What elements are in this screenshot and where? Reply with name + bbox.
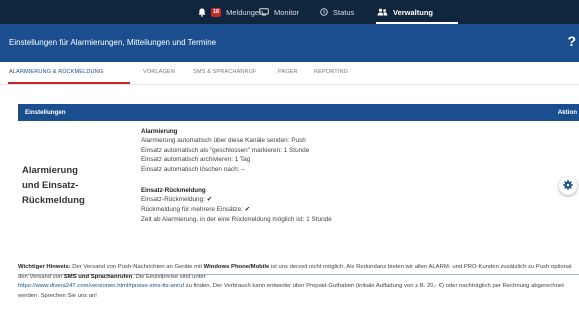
- tabs-divider: [0, 84, 579, 85]
- nav-label-meldungen: Meldungen: [226, 7, 264, 17]
- monitor-icon: [259, 8, 269, 16]
- tab-sms-sprachanruf[interactable]: SMS & SPRACHANRUF: [193, 69, 256, 75]
- settings-summary: Alarmierung Alarmierung automatisch über…: [141, 127, 521, 224]
- bell-icon: [198, 8, 206, 17]
- users-icon: [377, 8, 388, 16]
- nav-label-verwaltung: Verwaltung: [393, 7, 434, 17]
- notice-bold: SMS und Sprachanrufen: [63, 273, 133, 280]
- section-heading-alarmierung: Alarmierung: [141, 128, 178, 135]
- settings-tabs: ALARMIERUNG & RÜCKMELDUNG VORLAGEN SMS &…: [0, 62, 579, 84]
- nav-item-monitor[interactable]: Monitor: [259, 0, 299, 24]
- notice-label: Wichtiger Hinweis:: [18, 264, 71, 270]
- important-notice: Wichtiger Hinweis: Der Versand von Push-…: [18, 263, 574, 301]
- tab-reporting[interactable]: REPORTING: [314, 69, 348, 75]
- setting-line: Einsatz automatisch löschen nach: –: [141, 165, 245, 173]
- setting-line: Einsatz automatisch als "geschlossen" ma…: [141, 146, 310, 154]
- nav-item-status[interactable]: Status: [320, 0, 354, 24]
- setting-line: Einsatz automatisch archivieren: 1 Tag: [141, 156, 251, 164]
- notice-bold: Windows Phone/Mobile: [203, 264, 270, 270]
- setting-line: Rückmeldung für mehrere Einsätze: ✔: [141, 205, 521, 215]
- tab-vorlagen[interactable]: VORLAGEN: [143, 69, 175, 75]
- notice-text: . Die Einzelpreise sind unter: [132, 273, 206, 280]
- section-heading-einsatz-rueckmeldung: Einsatz-Rückmeldung: [141, 187, 206, 195]
- nav-item-verwaltung[interactable]: Verwaltung: [377, 0, 433, 24]
- help-button[interactable]: ?: [567, 33, 576, 49]
- row-title-line: Rückmeldung: [22, 195, 85, 206]
- checkmark-icon: ✔: [244, 205, 251, 213]
- notification-count-badge: 18: [211, 7, 222, 17]
- pricing-link[interactable]: https://www.divera247.com/versionen.html…: [18, 283, 184, 289]
- gear-icon: [563, 177, 573, 195]
- row-title-line: und Einsatz-: [22, 180, 79, 191]
- notice-text: Der Versand von Push-Nachrichten an Gerä…: [70, 264, 204, 270]
- settings-table-header: Einstellungen Aktion: [18, 104, 579, 121]
- checkmark-icon: ✔: [206, 196, 213, 204]
- tab-alarmierung-rueckmeldung[interactable]: ALARMIERUNG & RÜCKMELDUNG: [9, 69, 103, 75]
- clock-icon: [320, 8, 328, 16]
- nav-item-meldungen[interactable]: 18 Meldungen: [198, 0, 263, 24]
- nav-label-monitor: Monitor: [274, 7, 300, 17]
- column-header-aktion: Aktion: [557, 109, 577, 116]
- row-title-line: Alarmierung: [22, 165, 78, 176]
- top-navigation: 18 Meldungen Monitor Status Verwaltung: [0, 0, 579, 24]
- column-header-einstellungen: Einstellungen: [25, 109, 66, 116]
- edit-settings-button[interactable]: [559, 177, 577, 195]
- table-row: Alarmierung und Einsatz- Rückmeldung Ala…: [18, 121, 579, 275]
- setting-line: Zeit ab Alarmierung, in der eine Rückmel…: [141, 215, 332, 223]
- setting-line: Einsatz-Rückmeldung: ✔: [141, 195, 521, 205]
- row-title: Alarmierung und Einsatz- Rückmeldung: [22, 163, 122, 208]
- page-title: Einstellungen für Alarmierungen, Mitteil…: [9, 38, 217, 47]
- page-header: Einstellungen für Alarmierungen, Mitteil…: [0, 24, 579, 62]
- tab-pager[interactable]: PAGER: [278, 69, 298, 75]
- nav-label-status: Status: [333, 7, 355, 17]
- setting-line: Alarmierung automatisch über diese Kanäl…: [141, 137, 306, 144]
- setting-label: Einsatz-Rückmeldung:: [141, 196, 207, 204]
- setting-label: Rückmeldung für mehrere Einsätze:: [141, 205, 245, 213]
